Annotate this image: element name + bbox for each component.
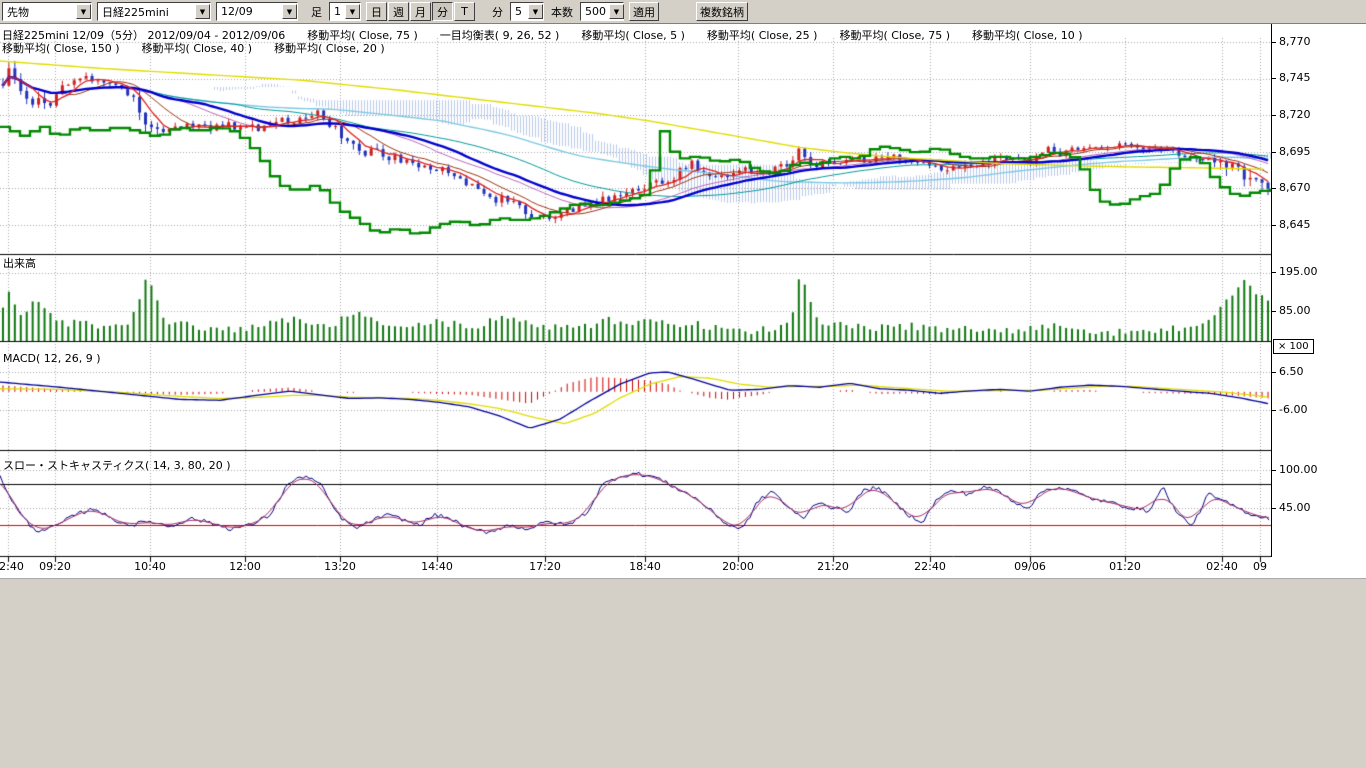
price-axis-label: 8,720: [1279, 108, 1311, 121]
stochastics-axis-label: 45.00: [1279, 501, 1311, 514]
axis-tick: [1271, 42, 1276, 43]
volume-multiplier-badge: × 100: [1273, 339, 1314, 354]
time-axis-label: 12:00: [229, 560, 261, 573]
bar-count-value: 500: [585, 5, 606, 18]
period-button-week[interactable]: 週: [388, 2, 409, 21]
instrument-category-select[interactable]: 先物 ▼: [2, 2, 92, 21]
time-axis-label: 09:20: [39, 560, 71, 573]
axis-tick: [1271, 188, 1276, 189]
period-button-minute[interactable]: 分: [432, 2, 453, 21]
bar-count-input[interactable]: 500 ▼: [580, 2, 624, 21]
macd-axis-label: 6.50: [1279, 365, 1304, 378]
minute-label: 分: [490, 4, 505, 20]
chevron-down-icon[interactable]: ▼: [76, 4, 91, 19]
axis-tick: [1271, 78, 1276, 79]
axis-tick: [1271, 508, 1276, 509]
apply-button[interactable]: 適用: [629, 2, 659, 21]
minute-count-input[interactable]: 5 ▼: [510, 2, 544, 21]
time-axis-label: 18:40: [629, 560, 661, 573]
minute-count-value: 5: [515, 5, 522, 18]
indicator-label: 移動平均( Close, 75 ): [839, 27, 950, 43]
indicator-label: 移動平均( Close, 25 ): [707, 27, 818, 43]
price-axis-label: 8,745: [1279, 71, 1311, 84]
multi-symbol-button[interactable]: 複数銘柄: [696, 2, 748, 21]
symbol-value: 日経225mini: [102, 4, 169, 20]
price-axis-label: 8,670: [1279, 181, 1311, 194]
window-background: [0, 578, 1366, 768]
chevron-down-icon[interactable]: ▼: [528, 4, 543, 19]
stochastics-panel-label: スロー・ストキャスティクス( 14, 3, 80, 20 ): [3, 457, 231, 473]
chart-application-window: 先物 ▼ 日経225mini ▼ 12/09 ▼ 足 1 ▼ 日週月分T 分 5…: [0, 0, 1366, 768]
stochastics-axis-label: 100.00: [1279, 463, 1318, 476]
symbol-select[interactable]: 日経225mini ▼: [97, 2, 211, 21]
price-chart-canvas[interactable]: [0, 24, 1271, 578]
axis-tick: [1271, 272, 1276, 273]
time-axis-label: 02:40: [0, 560, 24, 573]
price-axis-label: 8,645: [1279, 218, 1311, 231]
time-axis-label: 14:40: [421, 560, 453, 573]
time-axis: 02:40 09:20 10:40 12:00 13:20 14:40 17:20 18:40…: [0, 560, 1271, 576]
period-button-day[interactable]: 日: [366, 2, 387, 21]
interval-value: 1: [334, 5, 341, 18]
chevron-down-icon[interactable]: ▼: [609, 4, 624, 19]
toolbar: 先物 ▼ 日経225mini ▼ 12/09 ▼ 足 1 ▼ 日週月分T 分 5…: [0, 0, 1366, 24]
interval-input[interactable]: 1 ▼: [329, 2, 361, 21]
axis-tick: [1271, 311, 1276, 312]
price-axis-label: 8,695: [1279, 145, 1311, 158]
axis-tick: [1271, 410, 1276, 411]
indicator-label: 移動平均( Close, 150 ): [2, 40, 120, 56]
time-axis-label: 02:40: [1206, 560, 1238, 573]
indicator-label: 移動平均( Close, 5 ): [581, 27, 685, 43]
indicator-label: 移動平均( Close, 40 ): [142, 40, 253, 56]
indicator-label: 移動平均( Close, 20 ): [274, 40, 385, 56]
period-button-group: 日週月分T: [366, 2, 475, 21]
time-axis-label: 22:40: [914, 560, 946, 573]
time-axis-label: 13:20: [324, 560, 356, 573]
instrument-category-value: 先物: [7, 4, 29, 20]
period-button-tick[interactable]: T: [454, 2, 475, 21]
volume-axis-label: 195.00: [1279, 265, 1318, 278]
time-axis-label: 17:20: [529, 560, 561, 573]
time-axis-label: 01:20: [1109, 560, 1141, 573]
chevron-down-icon[interactable]: ▼: [195, 4, 210, 19]
macd-axis-label: -6.00: [1279, 403, 1307, 416]
axis-tick: [1271, 470, 1276, 471]
axis-tick: [1271, 115, 1276, 116]
time-axis-label: 09/06: [1014, 560, 1046, 573]
contract-month-select[interactable]: 12/09 ▼: [216, 2, 298, 21]
volume-panel-label: 出来高: [3, 255, 36, 271]
indicator-header-line2: 移動平均( Close, 150 ) 移動平均( Close, 40 ) 移動平均(…: [2, 40, 385, 56]
chevron-down-icon[interactable]: ▼: [282, 4, 297, 19]
volume-axis-label: 85.00: [1279, 304, 1311, 317]
chart-area: 日経225mini 12/09（5分） 2012/09/04 - 2012/09…: [0, 24, 1366, 578]
bars-label: 本数: [549, 4, 575, 20]
chevron-down-icon[interactable]: ▼: [345, 4, 360, 19]
contract-month-value: 12/09: [221, 5, 253, 18]
value-axis: 8,770 8,745 8,720 8,695 8,670 8,645 195.00 85.0…: [1271, 24, 1366, 578]
axis-tick: [1271, 225, 1276, 226]
indicator-label: 一目均衡表( 9, 26, 52 ): [440, 27, 560, 43]
time-axis-label: 10:40: [134, 560, 166, 573]
axis-tick: [1271, 372, 1276, 373]
price-axis-label: 8,770: [1279, 35, 1311, 48]
indicator-label: 移動平均( Close, 10 ): [972, 27, 1083, 43]
time-axis-label: 21:20: [817, 560, 849, 573]
time-axis-label: 09: [1253, 560, 1267, 573]
time-axis-label: 20:00: [722, 560, 754, 573]
axis-tick: [1271, 152, 1276, 153]
period-button-month[interactable]: 月: [410, 2, 431, 21]
ashi-label: 足: [309, 4, 324, 20]
macd-panel-label: MACD( 12, 26, 9 ): [3, 352, 101, 365]
